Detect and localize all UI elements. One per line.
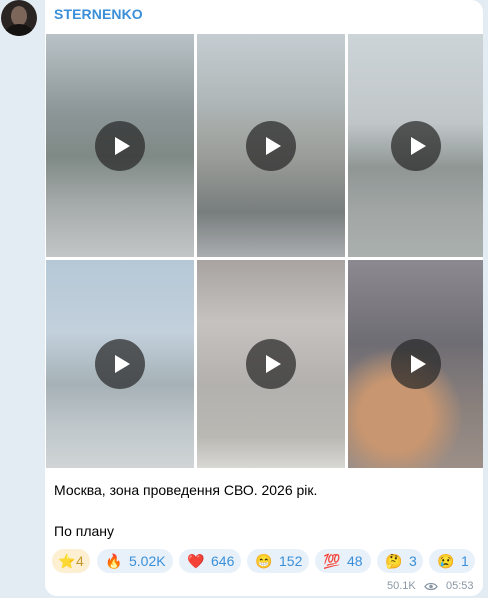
play-icon[interactable]	[246, 339, 296, 389]
reaction-heart[interactable]: ❤️ 646	[179, 549, 241, 573]
reaction-star[interactable]: ⭐ 4	[52, 549, 90, 573]
view-count: 50.1K	[387, 580, 416, 592]
play-icon[interactable]	[95, 120, 145, 171]
reaction-count: 152	[279, 553, 303, 569]
media-grid	[46, 34, 483, 468]
video-thumbnail[interactable]	[46, 34, 194, 257]
reaction-grin[interactable]: 😁 152	[247, 549, 309, 573]
play-icon[interactable]	[246, 120, 296, 171]
crying-icon: 😢	[437, 553, 455, 569]
star-icon: ⭐	[58, 553, 76, 569]
video-thumbnail[interactable]	[197, 34, 345, 257]
thinking-icon: 🤔	[385, 553, 403, 569]
play-icon[interactable]	[390, 339, 441, 389]
reaction-hundred[interactable]: 💯 48	[315, 549, 371, 573]
reaction-fire[interactable]: 🔥 5.02K	[97, 549, 173, 573]
reaction-count: 48	[347, 553, 363, 569]
avatar[interactable]	[1, 0, 37, 36]
channel-name[interactable]: STERNENKO	[54, 6, 143, 22]
video-thumbnail[interactable]	[348, 34, 483, 257]
video-thumbnail[interactable]	[348, 260, 483, 468]
play-icon[interactable]	[95, 339, 145, 389]
message-time: 05:53	[446, 580, 474, 592]
reaction-crying[interactable]: 😢 1	[429, 549, 475, 573]
video-thumbnail[interactable]	[197, 260, 345, 468]
reaction-count: 1	[461, 553, 469, 569]
reaction-count: 5.02K	[129, 553, 166, 569]
fire-icon: 🔥	[105, 553, 123, 569]
reaction-count: 4	[76, 553, 84, 569]
eye-icon	[424, 582, 438, 591]
message-text-2: По плану	[54, 523, 115, 539]
grin-icon: 😁	[255, 553, 273, 569]
message-text: Москва, зона проведення СВО. 2026 рік.	[54, 482, 318, 498]
hundred-icon: 💯	[323, 553, 341, 569]
heart-icon: ❤️	[187, 553, 205, 569]
reaction-count: 3	[409, 553, 417, 569]
video-thumbnail[interactable]	[46, 260, 194, 468]
play-icon[interactable]	[390, 120, 441, 171]
reaction-count: 646	[211, 553, 235, 569]
reaction-thinking[interactable]: 🤔 3	[377, 549, 423, 573]
